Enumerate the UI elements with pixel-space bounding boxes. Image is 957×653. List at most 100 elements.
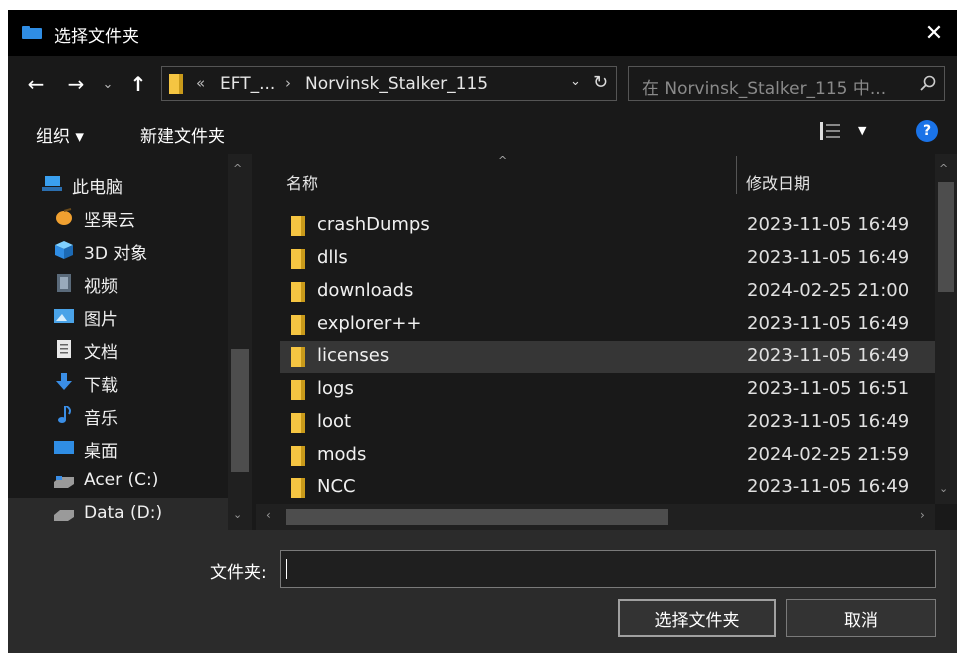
new-folder-button[interactable]: 新建文件夹 [140, 122, 225, 147]
file-date: 2023-11-05 16:49 [747, 313, 910, 334]
sidebar-item-videos[interactable]: 视频 [8, 267, 230, 299]
file-date: 2023-11-05 16:49 [747, 411, 910, 432]
up-button[interactable]: ↑ [126, 70, 150, 98]
search-icon[interactable] [920, 75, 936, 91]
cancel-button[interactable]: 取消 [786, 599, 936, 637]
file-list-vertical-scrollbar[interactable]: ^ ⌄ [935, 154, 957, 504]
sidebar-scrollbar[interactable]: ^ ⌄ [228, 154, 252, 530]
sidebar-item-music[interactable]: 音乐 [8, 399, 230, 431]
scroll-left-icon[interactable]: ‹ [266, 508, 271, 522]
search-box[interactable]: 在 Norvinsk_Stalker_115 中... [628, 66, 945, 101]
document-icon [57, 340, 71, 358]
text-caret [286, 559, 287, 579]
breadcrumb-separator[interactable]: › [285, 74, 291, 92]
file-row[interactable]: dlls 2023-11-05 16:49 [280, 243, 935, 275]
file-name: explorer++ [317, 313, 422, 334]
scroll-up-icon[interactable]: ^ [233, 162, 242, 175]
file-date: 2024-02-25 21:59 [747, 444, 910, 465]
column-divider[interactable] [736, 156, 737, 194]
close-button[interactable]: ✕ [911, 10, 957, 56]
file-date: 2023-11-05 16:49 [747, 476, 910, 497]
sidebar-item-label: Acer (C:) [84, 470, 159, 490]
file-row[interactable]: explorer++ 2023-11-05 16:49 [280, 309, 935, 341]
sidebar-item-this-pc[interactable]: 此电脑 [8, 168, 230, 200]
file-name: logs [317, 378, 354, 399]
folder-icon [291, 446, 305, 466]
recent-locations-button[interactable]: ⌄ [100, 70, 116, 98]
sidebar-item-pictures[interactable]: 图片 [8, 300, 230, 332]
sidebar-item-label: 此电脑 [72, 178, 123, 198]
file-list-horizontal-scrollbar[interactable]: ‹ › [256, 504, 935, 530]
video-icon [57, 274, 71, 292]
sort-ascending-icon: ^ [498, 154, 508, 167]
sidebar-item-label: Data (D:) [84, 503, 163, 523]
file-row[interactable]: crashDumps 2023-11-05 16:49 [280, 210, 935, 242]
folder-icon [291, 249, 305, 269]
window-title: 选择文件夹 [54, 27, 139, 47]
folder-picker-dialog: 选择文件夹 ✕ ← → ⌄ ↑ « EFT_... › Norvinsk_Sta… [8, 10, 957, 653]
address-dropdown-icon[interactable]: ⌄ [570, 74, 581, 89]
file-name: licenses [317, 345, 390, 366]
select-folder-button[interactable]: 选择文件夹 [618, 599, 776, 637]
file-date: 2023-11-05 16:51 [747, 378, 910, 399]
sidebar-item-3d-objects[interactable]: 3D 对象 [8, 234, 230, 266]
refresh-icon[interactable]: ↻ [593, 72, 608, 93]
file-row[interactable]: logs 2023-11-05 16:51 [280, 374, 935, 406]
sidebar-item-documents[interactable]: 文档 [8, 333, 230, 365]
scroll-down-icon[interactable]: ⌄ [939, 482, 948, 495]
sidebar-item-drive-d[interactable]: Data (D:) [8, 498, 230, 530]
folder-icon [169, 74, 183, 94]
sidebar-item-label: 视频 [84, 277, 118, 297]
column-header-date[interactable]: 修改日期 [746, 170, 810, 194]
sidebar-item-label: 3D 对象 [84, 244, 148, 264]
search-placeholder: 在 Norvinsk_Stalker_115 中... [642, 79, 887, 99]
scroll-right-icon[interactable]: › [920, 508, 925, 522]
file-row[interactable]: NCC 2023-11-05 16:49 [280, 472, 935, 504]
file-row[interactable]: downloads 2024-02-25 21:00 [280, 276, 935, 308]
file-name: mods [317, 444, 367, 465]
breadcrumb-item[interactable]: Norvinsk_Stalker_115 [305, 74, 488, 94]
file-row[interactable]: mods 2024-02-25 21:59 [280, 440, 935, 472]
breadcrumb-item[interactable]: EFT_... [220, 74, 275, 94]
back-button[interactable]: ← [22, 70, 50, 98]
sidebar-item-label: 桌面 [84, 442, 118, 462]
folder-icon [291, 478, 305, 498]
file-name: dlls [317, 247, 348, 268]
scroll-up-icon[interactable]: ^ [939, 162, 948, 175]
sidebar-item-nutstore[interactable]: 坚果云 [8, 201, 230, 233]
file-date: 2023-11-05 16:49 [747, 345, 910, 366]
file-date: 2023-11-05 16:49 [747, 247, 910, 268]
forward-button[interactable]: → [62, 70, 90, 98]
horizontal-scroll-thumb[interactable] [286, 509, 668, 525]
music-icon [58, 406, 71, 423]
file-row-selected[interactable]: licenses 2023-11-05 16:49 [280, 341, 935, 373]
scroll-down-icon[interactable]: ⌄ [233, 508, 242, 521]
breadcrumb-overflow[interactable]: « [196, 74, 205, 92]
folder-icon [291, 282, 305, 302]
vertical-scroll-thumb[interactable] [938, 182, 954, 292]
folder-icon [291, 216, 305, 236]
organize-menu[interactable]: 组织 ▾ [36, 122, 84, 147]
download-icon [56, 373, 72, 390]
sidebar-item-downloads[interactable]: 下载 [8, 366, 230, 398]
file-date: 2024-02-25 21:00 [747, 280, 910, 301]
folder-icon [291, 380, 305, 400]
folder-name-input[interactable] [280, 550, 936, 588]
file-name: downloads [317, 280, 414, 301]
sidebar-item-desktop[interactable]: 桌面 [8, 432, 230, 464]
folder-field-label: 文件夹: [210, 563, 267, 583]
file-name: NCC [317, 476, 356, 497]
cube-icon [55, 241, 73, 259]
sidebar-item-label: 文档 [84, 343, 118, 363]
view-options-icon[interactable] [820, 122, 842, 140]
file-date: 2023-11-05 16:49 [747, 214, 910, 235]
help-button[interactable]: ? [916, 120, 938, 142]
view-dropdown-icon[interactable]: ▼ [858, 124, 866, 137]
desktop-icon [54, 441, 74, 454]
column-header-name[interactable]: 名称 [286, 170, 318, 194]
sidebar-item-label: 图片 [84, 310, 118, 330]
address-bar[interactable]: « EFT_... › Norvinsk_Stalker_115 ⌄ ↻ [161, 66, 617, 101]
file-row[interactable]: loot 2023-11-05 16:49 [280, 407, 935, 439]
sidebar-scroll-thumb[interactable] [231, 349, 249, 472]
sidebar-item-drive-c[interactable]: Acer (C:) [8, 465, 230, 497]
